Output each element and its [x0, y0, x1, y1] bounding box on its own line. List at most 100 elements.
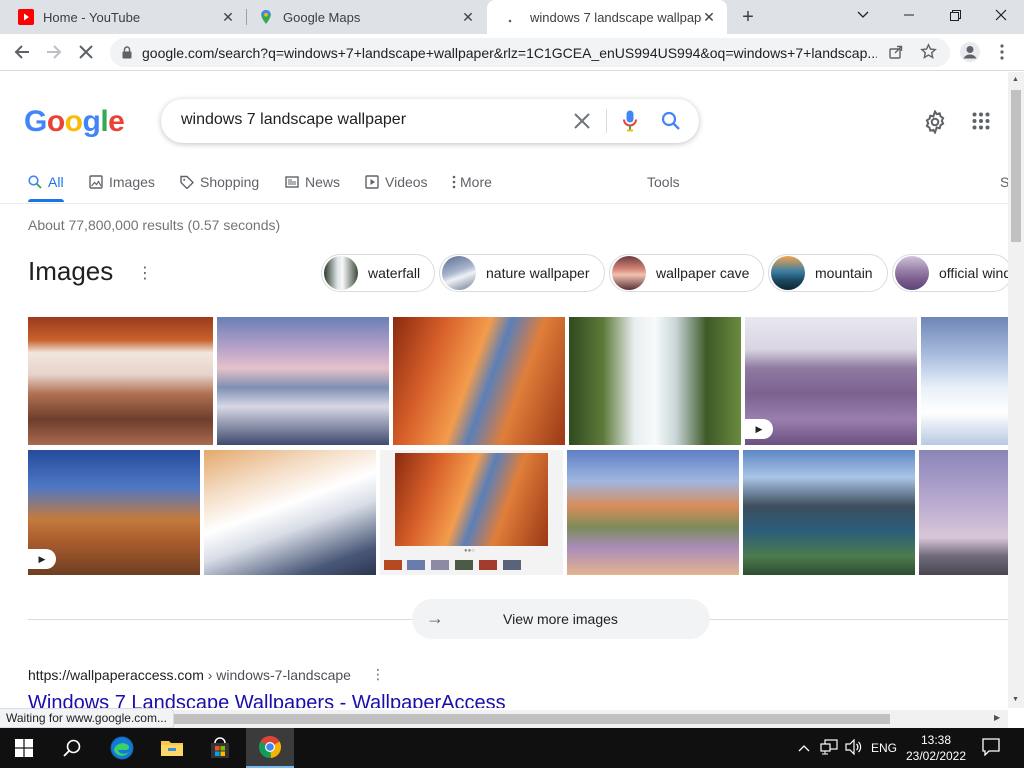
clock-time: 13:38: [920, 733, 952, 747]
search-icon[interactable]: [661, 111, 681, 136]
chip-wallpaper-cave[interactable]: wallpaper cave: [609, 254, 765, 292]
minimize-button[interactable]: [886, 0, 932, 30]
image-result-arch-canyon[interactable]: [28, 317, 213, 445]
play-icon: ▶: [745, 419, 773, 439]
more-options-icon[interactable]: ⋮: [137, 263, 153, 283]
tab-videos[interactable]: Videos: [365, 172, 428, 192]
close-tab-icon[interactable]: ✕: [220, 9, 236, 25]
scroll-down-icon[interactable]: ▼: [1012, 696, 1019, 703]
tab-google-maps[interactable]: Google Maps ✕: [240, 0, 486, 34]
scrollbar-thumb[interactable]: [170, 714, 890, 724]
tab-label: News: [305, 174, 341, 190]
youtube-icon: [18, 9, 34, 25]
view-more-images-button[interactable]: → View more images: [412, 599, 710, 639]
result-more-options-icon[interactable]: ⋮: [371, 666, 385, 683]
bookmark-star-icon[interactable]: [920, 43, 937, 65]
show-hidden-icons-icon[interactable]: [798, 740, 810, 758]
restore-button[interactable]: [932, 0, 978, 30]
image-result-ice-floe[interactable]: [921, 317, 1008, 445]
image-result-mountain-valley[interactable]: [743, 450, 915, 575]
profile-avatar[interactable]: [956, 38, 984, 66]
share-icon[interactable]: [888, 44, 904, 65]
new-tab-button[interactable]: +: [738, 6, 758, 28]
apps-grid-icon[interactable]: [972, 112, 990, 135]
images-section-title[interactable]: Images: [28, 256, 113, 287]
logo-letter: G: [24, 105, 47, 138]
tools-button[interactable]: Tools: [647, 172, 680, 192]
back-button[interactable]: [8, 38, 36, 66]
tab-youtube[interactable]: Home - YouTube ✕: [0, 0, 246, 34]
search-icon: [28, 175, 42, 189]
image-result-sunset-sea[interactable]: [217, 317, 389, 445]
result-breadcrumb[interactable]: https://wallpaperaccess.com › windows-7-…: [28, 667, 351, 683]
gallery-main-image: [395, 453, 548, 546]
tab-label: Videos: [385, 174, 428, 190]
tab-shopping[interactable]: Shopping: [180, 172, 259, 192]
address-bar[interactable]: google.com/search?q=windows+7+landscape+…: [110, 38, 950, 67]
chip-nature-wallpaper[interactable]: nature wallpaper: [439, 254, 605, 292]
lock-icon[interactable]: [122, 46, 132, 64]
image-result-pamukkale[interactable]: [204, 450, 376, 575]
gallery-thumb: [503, 560, 521, 570]
image-result-wave-gallery[interactable]: ●●○: [380, 450, 563, 575]
clock-date: 23/02/2022: [905, 749, 967, 763]
chip-thumbnail: [771, 256, 805, 290]
image-result-lavender-field[interactable]: ▶: [745, 317, 917, 445]
clear-search-icon[interactable]: [573, 112, 591, 135]
divider: [28, 619, 412, 620]
gallery-thumb: [384, 560, 402, 570]
close-tab-icon[interactable]: ✕: [701, 9, 717, 25]
google-logo[interactable]: Google: [24, 105, 125, 139]
file-explorer-icon[interactable]: [148, 728, 196, 768]
tab-news[interactable]: News: [285, 172, 340, 192]
active-tab-indicator: [28, 199, 64, 202]
vertical-scrollbar[interactable]: ▲ ▼: [1008, 72, 1024, 708]
edge-browser-icon[interactable]: [98, 728, 146, 768]
system-clock[interactable]: 13:38 23/02/2022: [902, 732, 970, 764]
chip-thumbnail: [895, 256, 929, 290]
windows-logo-icon: [15, 739, 33, 757]
image-result-waterfall[interactable]: [569, 317, 741, 445]
image-result-wave-rock[interactable]: [393, 317, 565, 445]
chip-mountain[interactable]: mountain: [768, 254, 888, 292]
settings-gear-icon[interactable]: [923, 109, 947, 139]
tab-more[interactable]: More: [452, 172, 492, 192]
divider: [710, 619, 1008, 620]
close-window-button[interactable]: [978, 0, 1024, 30]
tab-search-dropdown-icon[interactable]: [840, 0, 886, 30]
safesearch-button[interactable]: S: [1000, 172, 1008, 192]
image-icon: [89, 175, 103, 189]
scroll-right-icon[interactable]: ▶: [994, 713, 1000, 722]
tab-all[interactable]: All: [28, 172, 64, 192]
tab-search-active[interactable]: windows 7 landscape wallpaper ✕: [487, 0, 727, 34]
stop-loading-button[interactable]: [72, 38, 100, 66]
notifications-icon[interactable]: [982, 738, 1000, 761]
taskbar-search-button[interactable]: [48, 728, 96, 768]
forward-button[interactable]: [40, 38, 68, 66]
start-button[interactable]: [0, 728, 48, 768]
image-result-stonehenge[interactable]: [919, 450, 1008, 575]
search-box[interactable]: windows 7 landscape wallpaper: [161, 99, 699, 143]
tab-images[interactable]: Images: [89, 172, 155, 192]
close-tab-icon[interactable]: ✕: [460, 9, 476, 25]
search-input[interactable]: windows 7 landscape wallpaper: [181, 111, 406, 129]
chip-official-windows[interactable]: official wind: [892, 254, 1008, 292]
input-language-indicator[interactable]: ENG: [871, 741, 897, 755]
scrollbar-thumb[interactable]: [1011, 90, 1021, 242]
result-title-link[interactable]: Windows 7 Landscape Wallpapers - Wallpap…: [28, 692, 506, 708]
logo-letter: g: [82, 105, 101, 138]
image-result-mountain-lake[interactable]: [567, 450, 739, 575]
browser-menu-icon[interactable]: [988, 38, 1016, 66]
network-icon[interactable]: [820, 739, 838, 760]
volume-icon[interactable]: [845, 738, 863, 760]
result-stats: About 77,800,000 results (0.57 seconds): [28, 217, 281, 233]
view-more-label: View more images: [503, 611, 618, 627]
image-result-delicate-arch[interactable]: ▶: [28, 450, 200, 575]
chrome-taskbar-icon[interactable]: [246, 728, 294, 768]
logo-letter: o: [64, 105, 83, 138]
chip-label: wallpaper cave: [656, 265, 750, 281]
scroll-up-icon[interactable]: ▲: [1012, 76, 1019, 83]
microphone-icon[interactable]: [623, 110, 637, 137]
chip-waterfall[interactable]: waterfall: [321, 254, 436, 292]
microsoft-store-icon[interactable]: [196, 728, 244, 768]
